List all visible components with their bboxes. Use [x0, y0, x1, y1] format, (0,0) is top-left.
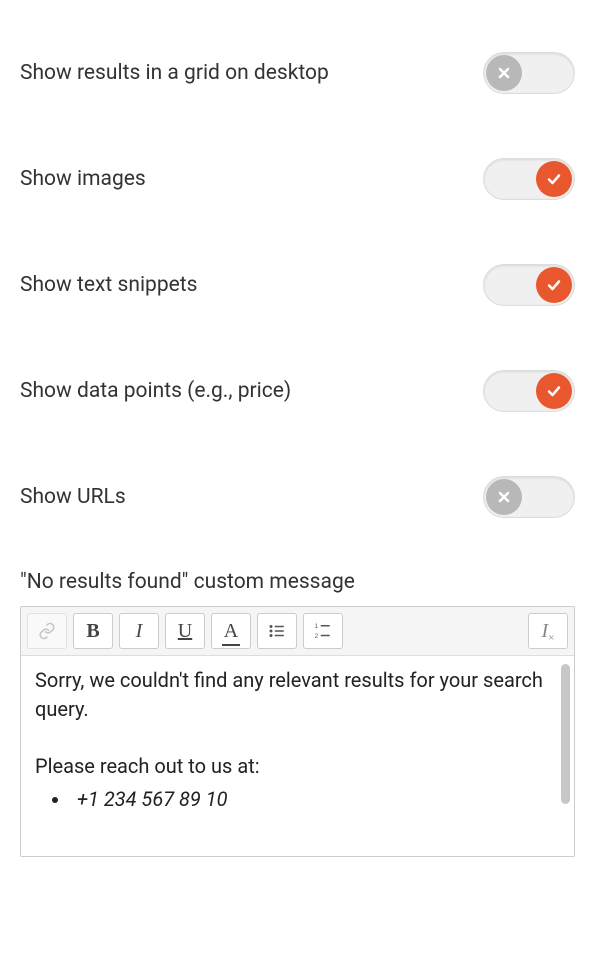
ordered-list-icon: 1 2 [314, 622, 332, 640]
text-color-icon: A [222, 620, 240, 643]
toggle-datapoints[interactable] [483, 370, 575, 412]
svg-text:1: 1 [315, 624, 319, 630]
italic-button[interactable]: I [119, 613, 159, 649]
bold-icon: B [86, 620, 99, 643]
setting-label: Show results in a grid on desktop [20, 61, 329, 85]
setting-label: Show images [20, 167, 146, 191]
unordered-list-icon [268, 622, 286, 640]
editor-toolbar: B I U A 1 [21, 607, 574, 656]
setting-label: Show URLs [20, 485, 126, 509]
scrollbar[interactable] [561, 664, 570, 804]
setting-row-images: Show images [20, 126, 575, 232]
editor-heading: "No results found" custom message [20, 550, 575, 606]
setting-row-urls: Show URLs [20, 444, 575, 550]
setting-row-snippets: Show text snippets [20, 232, 575, 338]
setting-row-grid: Show results in a grid on desktop [20, 20, 575, 126]
toggle-images[interactable] [483, 158, 575, 200]
x-icon [486, 55, 522, 91]
setting-label: Show data points (e.g., price) [20, 379, 291, 403]
clear-format-button[interactable]: I× [528, 613, 568, 649]
underline-icon: U [178, 620, 192, 643]
x-icon [486, 479, 522, 515]
editor-list: +1 234 567 89 10 [35, 785, 560, 814]
toggle-grid[interactable] [483, 52, 575, 94]
check-icon [536, 161, 572, 197]
setting-row-datapoints: Show data points (e.g., price) [20, 338, 575, 444]
rich-text-editor: B I U A 1 [20, 606, 575, 857]
text-color-button[interactable]: A [211, 613, 251, 649]
editor-paragraph: Sorry, we couldn't find any relevant res… [35, 666, 560, 724]
editor-content[interactable]: Sorry, we couldn't find any relevant res… [21, 656, 574, 856]
toggle-urls[interactable] [483, 476, 575, 518]
check-icon [536, 373, 572, 409]
unordered-list-button[interactable] [257, 613, 297, 649]
bold-button[interactable]: B [73, 613, 113, 649]
link-button[interactable] [27, 613, 67, 649]
check-icon [536, 267, 572, 303]
list-item: +1 234 567 89 10 [71, 785, 560, 814]
svg-text:2: 2 [315, 634, 319, 640]
ordered-list-button[interactable]: 1 2 [303, 613, 343, 649]
italic-icon: I [136, 620, 143, 643]
toggle-snippets[interactable] [483, 264, 575, 306]
setting-label: Show text snippets [20, 273, 197, 297]
underline-button[interactable]: U [165, 613, 205, 649]
blank-line [35, 728, 560, 752]
clear-format-icon: I× [542, 620, 555, 643]
editor-paragraph: Please reach out to us at: [35, 752, 560, 781]
link-icon [38, 622, 56, 640]
